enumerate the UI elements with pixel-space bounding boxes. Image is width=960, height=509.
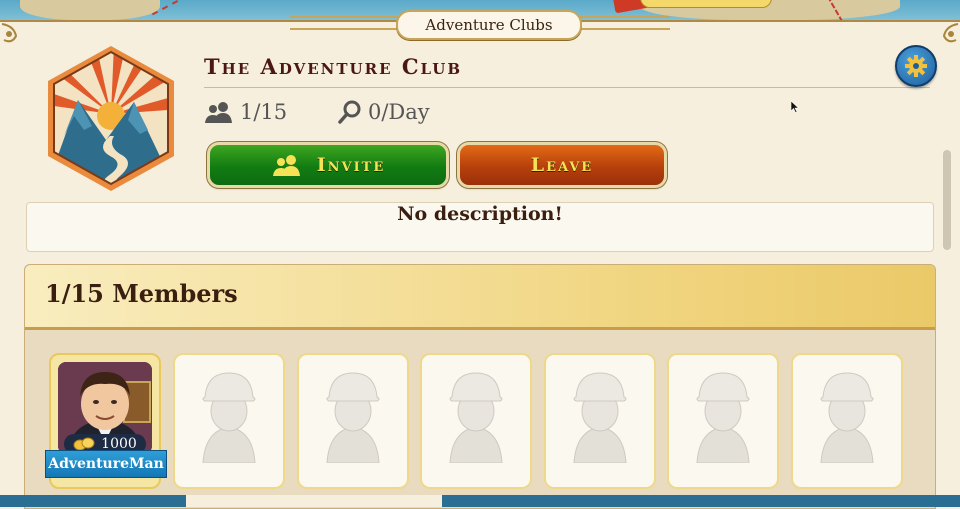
members-icon: [272, 155, 300, 176]
explorer-placeholder-icon: [202, 372, 256, 463]
mouse-cursor-icon: [791, 101, 799, 113]
map-land: [20, 0, 160, 20]
empty-member-slot[interactable]: [544, 353, 656, 489]
members-title: 1/15 Members: [45, 279, 238, 308]
leave-label: Leave: [530, 154, 594, 176]
club-emblem[interactable]: [44, 44, 178, 194]
search-icon: [338, 100, 361, 124]
daily-deal-tag[interactable]: DAILY DEAL: [640, 0, 772, 8]
empty-member-slot[interactable]: [297, 353, 409, 489]
members-header: 1/15 Members: [25, 265, 935, 330]
daily-activity-stat: 0/Day: [338, 97, 430, 127]
window-title: Adventure Clubs: [396, 10, 582, 40]
explorer-placeholder-icon: [696, 372, 750, 463]
settings-gear-icon: [905, 55, 927, 77]
leave-button[interactable]: Leave: [460, 145, 664, 185]
coins-icon: [73, 437, 95, 451]
scrollbar[interactable]: [943, 150, 951, 490]
invite-button[interactable]: Invite: [210, 145, 446, 185]
explorer-placeholder-icon: [326, 372, 380, 463]
divider: [204, 87, 930, 88]
per-day-value: 0/Day: [368, 100, 430, 124]
empty-member-slot[interactable]: [173, 353, 285, 489]
explorer-placeholder-icon: [820, 372, 874, 463]
corner-ornament: [942, 23, 959, 43]
member-count-stat: 1/15: [204, 97, 287, 127]
corner-ornament: [1, 23, 18, 43]
empty-member-slot[interactable]: [791, 353, 903, 489]
empty-member-slot[interactable]: [667, 353, 779, 489]
explorer-placeholder-icon: [449, 372, 503, 463]
club-name: The Adventure Club: [204, 54, 463, 79]
invite-label: Invite: [316, 154, 386, 176]
explorer-placeholder-icon: [573, 372, 627, 463]
club-description: No description!: [26, 202, 934, 252]
member-name: AdventureMan: [45, 450, 167, 478]
members-icon: [205, 102, 232, 123]
empty-member-slot[interactable]: [420, 353, 532, 489]
bottom-bar-gap: [186, 495, 442, 507]
settings-button[interactable]: [895, 45, 937, 87]
member-count-value: 1/15: [240, 100, 288, 124]
scrollbar-thumb[interactable]: [943, 150, 951, 250]
member-card[interactable]: 1000 AdventureMan: [45, 353, 167, 489]
bottom-nav-bar: [0, 495, 960, 507]
